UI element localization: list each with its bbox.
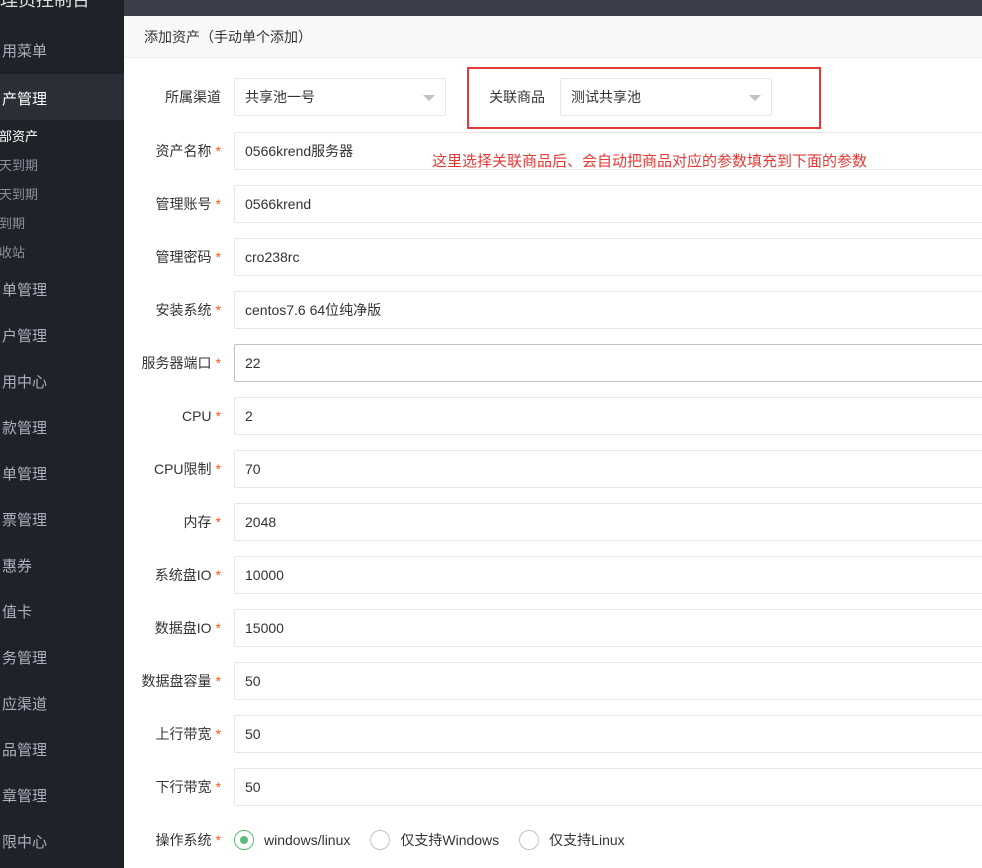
sidebar-item-supply-channels[interactable]: 应渠道: [2, 693, 47, 714]
required-mark: *: [215, 461, 221, 477]
sidebar-item-coupons[interactable]: 惠券: [2, 555, 32, 576]
radio-label: windows/linux: [264, 832, 351, 848]
field-label: 管理密码: [155, 249, 212, 265]
required-mark: *: [215, 302, 221, 318]
required-mark: *: [215, 779, 221, 795]
dialog-title: 添加资产（手动单个添加）: [124, 16, 982, 58]
field-row: 服务器端口 * 22: [124, 344, 982, 382]
sidebar-item-menu[interactable]: 用菜单: [2, 40, 47, 61]
field-label: 数据盘IO: [154, 620, 212, 636]
memory-input[interactable]: 2048: [234, 503, 982, 541]
field-row: 数据盘容量 * 50: [124, 662, 982, 700]
required-mark: *: [215, 620, 221, 636]
sidebar-item-credit-center[interactable]: 用中心: [2, 371, 47, 392]
required-mark: *: [215, 832, 221, 848]
sidebar-item-work-orders[interactable]: 单管理: [2, 463, 47, 484]
field-row: 下行带宽 * 50: [124, 768, 982, 806]
radio-unchecked-icon: [519, 830, 540, 850]
chevron-down-icon: [423, 95, 435, 101]
cpu-limit-input[interactable]: 70: [234, 450, 982, 488]
field-label: 系统盘IO: [154, 567, 212, 583]
field-label: 安装系统: [155, 302, 212, 318]
field-label: CPU限制: [153, 461, 212, 477]
field-label: 上行带宽: [155, 726, 212, 742]
field-label: 服务器端口: [141, 355, 212, 371]
sidebar-item-recharge-cards[interactable]: 值卡: [2, 601, 32, 622]
required-mark: *: [215, 143, 221, 159]
annotation-text: 这里选择关联商品后、会自动把商品对应的参数填充到下面的参数: [432, 153, 868, 170]
field-label: CPU: [181, 408, 212, 424]
os-row: 操作系统 * windows/linux 仅支持Windows 仅支持Linux: [124, 821, 982, 859]
data-disk-io-input[interactable]: 15000: [234, 609, 982, 647]
field-row: 数据盘IO * 15000: [124, 609, 982, 647]
sidebar-item-invoices[interactable]: 票管理: [2, 509, 47, 530]
field-label: 内存: [183, 514, 212, 530]
sidebar-item-products[interactable]: 品管理: [2, 739, 47, 760]
os-radio-windows-only[interactable]: 仅支持Windows: [370, 830, 499, 850]
download-bandwidth-input[interactable]: 50: [234, 768, 982, 806]
required-mark: *: [215, 673, 221, 689]
required-mark: *: [215, 408, 221, 424]
install-os-input[interactable]: centos7.6 64位纯净版: [234, 291, 982, 329]
field-label: 下行带宽: [155, 779, 212, 795]
field-row: 上行带宽 * 50: [124, 715, 982, 753]
cpu-input[interactable]: 2: [234, 397, 982, 435]
highlight-box: [467, 67, 821, 129]
sidebar-title: 管理员控制台: [0, 0, 90, 14]
required-mark: *: [215, 567, 221, 583]
sidebar-subitem-recycle-bin[interactable]: 收站: [0, 242, 25, 261]
field-row: CPU * 2: [124, 397, 982, 435]
os-radio-linux-only[interactable]: 仅支持Linux: [519, 830, 625, 850]
sidebar-subitem-all-assets[interactable]: 部资产: [0, 126, 38, 145]
sidebar: 管理员控制台 用菜单 产管理 部资产 天到期 天到期 到期 收站 单管理 户管理…: [0, 0, 124, 868]
required-mark: *: [215, 355, 221, 371]
channel-select-value: 共享池一号: [245, 89, 315, 105]
os-radio-windows-linux[interactable]: windows/linux: [234, 830, 350, 850]
required-mark: *: [215, 726, 221, 742]
sidebar-subitem-expired[interactable]: 到期: [0, 213, 25, 232]
radio-label: 仅支持Windows: [400, 832, 500, 848]
field-label: 资产名称: [155, 143, 212, 159]
field-label: 数据盘容量: [141, 673, 212, 689]
field-row: 内存 * 2048: [124, 503, 982, 541]
os-label: 操作系统: [155, 832, 212, 848]
sidebar-item-permissions[interactable]: 限中心: [2, 831, 47, 852]
sidebar-item-articles[interactable]: 章管理: [2, 785, 47, 806]
server-port-input[interactable]: 22: [234, 344, 982, 382]
channel-label: 所属渠道: [165, 89, 221, 105]
field-row: 管理账号 * 0566krend: [124, 185, 982, 223]
admin-password-input[interactable]: cro238rc: [234, 238, 982, 276]
admin-account-input[interactable]: 0566krend: [234, 185, 982, 223]
field-row: 管理密码 * cro238rc: [124, 238, 982, 276]
top-bar: [124, 0, 982, 16]
sidebar-subitem-expiring-1[interactable]: 天到期: [0, 155, 38, 174]
field-row: 系统盘IO * 10000: [124, 556, 982, 594]
sidebar-item-assets[interactable]: 产管理: [2, 88, 47, 109]
sidebar-item-users[interactable]: 户管理: [2, 325, 47, 346]
required-mark: *: [215, 196, 221, 212]
radio-label: 仅支持Linux: [549, 832, 625, 848]
os-radio-group: windows/linux 仅支持Windows 仅支持Linux: [234, 821, 645, 859]
required-mark: *: [215, 249, 221, 265]
radio-checked-icon: [234, 830, 254, 850]
data-disk-capacity-input[interactable]: 50: [234, 662, 982, 700]
sidebar-item-orders[interactable]: 单管理: [2, 279, 47, 300]
sidebar-item-payments[interactable]: 款管理: [2, 417, 47, 438]
field-row: CPU限制 * 70: [124, 450, 982, 488]
sidebar-subitem-expiring-2[interactable]: 天到期: [0, 184, 38, 203]
radio-unchecked-icon: [370, 830, 391, 850]
field-row: 安装系统 * centos7.6 64位纯净版: [124, 291, 982, 329]
system-disk-io-input[interactable]: 10000: [234, 556, 982, 594]
field-label: 管理账号: [155, 196, 212, 212]
channel-select[interactable]: 共享池一号: [234, 78, 446, 116]
add-asset-dialog: 添加资产（手动单个添加） 所属渠道 共享池一号 关联商品 测试共享池 资产名称 *…: [124, 16, 982, 868]
required-mark: *: [215, 514, 221, 530]
sidebar-item-services[interactable]: 务管理: [2, 647, 47, 668]
upload-bandwidth-input[interactable]: 50: [234, 715, 982, 753]
